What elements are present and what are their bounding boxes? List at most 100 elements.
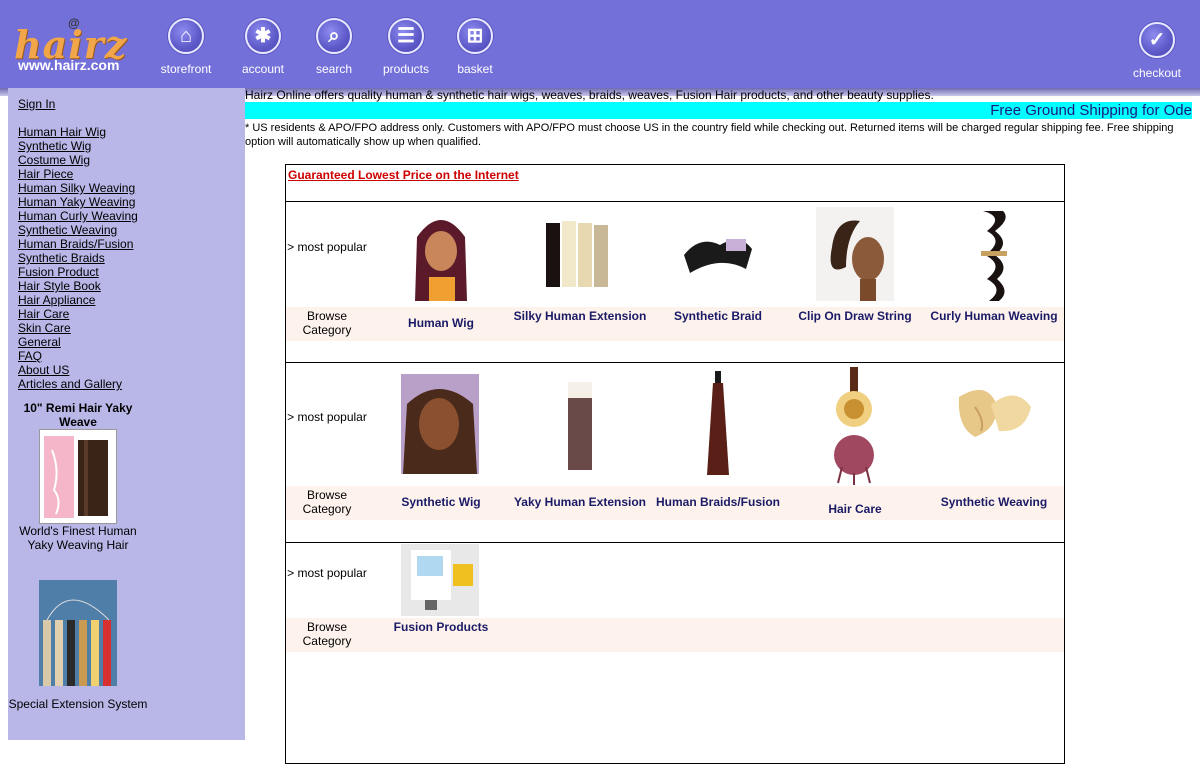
product-name[interactable]: Fusion Products <box>372 620 510 634</box>
sidebar-category-link[interactable]: FAQ <box>18 349 42 363</box>
sidebar-category-item: General <box>18 335 138 349</box>
yaky-extension-image <box>564 380 596 472</box>
sidebar-category-item: Costume Wig <box>18 153 138 167</box>
promo-remi-caption: World's Finest Human Yaky Weaving Hair <box>19 524 137 552</box>
sidebar-category-link[interactable]: Articles and Gallery <box>18 377 122 391</box>
logo-at-symbol: @ <box>68 16 80 30</box>
row-divider <box>286 362 1064 363</box>
sidebar-category-item: Human Hair Wig <box>18 125 138 139</box>
sidebar-category-item: Human Curly Weaving <box>18 209 138 223</box>
sidebar-category-item: Synthetic Braids <box>18 251 138 265</box>
row-divider <box>286 542 1064 543</box>
hair-care-image <box>832 367 878 485</box>
sidebar-category-item: Human Braids/Fusion <box>18 237 138 251</box>
product-synthetic-wig[interactable]: Synthetic Wig <box>372 367 510 519</box>
product-name[interactable]: Human Braids/Fusion <box>649 495 787 509</box>
sidebar-category-item: Hair Style Book <box>18 279 138 293</box>
sidebar-category-link[interactable]: Human Braids/Fusion <box>18 237 133 251</box>
fusion-products-image <box>401 544 479 616</box>
product-fusion-products[interactable]: Fusion Products <box>372 544 510 654</box>
sidebar-category-item: About US <box>18 363 138 377</box>
most-popular-label: > most popular <box>287 410 367 424</box>
nav-storefront-button[interactable]: ⌂ storefront <box>151 18 221 80</box>
checkmark-icon: ✓ <box>1139 22 1175 58</box>
sidebar-category-link[interactable]: Hair Piece <box>18 167 73 181</box>
nav-search-button[interactable]: ⌕ search <box>299 18 369 80</box>
sidebar-category-link[interactable]: General <box>18 335 61 349</box>
sidebar-category-item: Articles and Gallery <box>18 377 138 391</box>
promo-remi-yaky-image[interactable] <box>39 429 117 524</box>
lowest-price-link[interactable]: Guaranteed Lowest Price on the Internet <box>288 168 519 182</box>
sidebar-category-item: FAQ <box>18 349 138 363</box>
row-divider <box>286 201 1064 202</box>
product-name[interactable]: Curly Human Weaving <box>925 309 1063 323</box>
sidebar-category-item: Hair Appliance <box>18 293 138 307</box>
sign-in-link[interactable]: Sign In <box>18 97 55 111</box>
product-name[interactable]: Human Wig <box>372 316 510 330</box>
sidebar-category-link[interactable]: Fusion Product <box>18 265 99 279</box>
sidebar-category-link[interactable]: Costume Wig <box>18 153 90 167</box>
sidebar-category-link[interactable]: Skin Care <box>18 321 71 335</box>
product-yaky-human-extension[interactable]: Yaky Human Extension <box>511 367 649 519</box>
checkout-label: checkout <box>1132 66 1182 80</box>
browse-category-label: Browse Category <box>302 620 352 648</box>
sidebar-category-item: Synthetic Wig <box>18 139 138 153</box>
hairz-logo[interactable]: hairz @ www.hairz.com <box>12 16 152 80</box>
promo-remi-title[interactable]: 10" Remi Hair Yaky Weave <box>8 401 148 429</box>
product-silky-human-extension[interactable]: Silky Human Extension <box>511 205 649 343</box>
nav-storefront-label: storefront <box>160 62 212 76</box>
synthetic-wig-image <box>401 374 479 474</box>
sidebar-category-link[interactable]: Synthetic Wig <box>18 139 91 153</box>
sidebar-category-link[interactable]: About US <box>18 363 69 377</box>
most-popular-label: > most popular <box>287 566 367 580</box>
product-name[interactable]: Hair Care <box>786 502 924 516</box>
human-wig-image <box>407 207 475 301</box>
sidebar-category-link[interactable]: Human Curly Weaving <box>18 209 138 223</box>
sidebar-category-item: Hair Care <box>18 307 138 321</box>
sidebar-category-link[interactable]: Synthetic Weaving <box>18 223 117 237</box>
sidebar-category-link[interactable]: Synthetic Braids <box>18 251 105 265</box>
nav-products-button[interactable]: ☰ products <box>371 18 441 80</box>
product-human-braids-fusion[interactable]: Human Braids/Fusion <box>649 367 787 519</box>
nav-basket-button[interactable]: ⊞ basket <box>440 18 510 80</box>
category-list: Human Hair Wig Synthetic Wig Costume Wig Ha… <box>18 125 138 391</box>
sidebar-category-link[interactable]: Hair Appliance <box>18 293 95 307</box>
curly-weaving-image <box>975 207 1013 303</box>
nav-basket-label: basket <box>457 62 493 76</box>
product-name[interactable]: Yaky Human Extension <box>511 495 649 509</box>
checkout-button[interactable]: ✓ checkout <box>1122 22 1192 84</box>
product-hair-care[interactable]: Hair Care <box>786 367 924 519</box>
product-curly-human-weaving[interactable]: Curly Human Weaving <box>925 205 1063 343</box>
product-human-wig[interactable]: Human Wig <box>372 205 510 343</box>
product-clip-on-draw-string[interactable]: Clip On Draw String <box>786 205 924 343</box>
product-name[interactable]: Synthetic Wig <box>372 495 510 509</box>
nav-account-button[interactable]: ✱ account <box>228 18 298 80</box>
home-icon: ⌂ <box>168 18 204 54</box>
browse-category-label: Browse Category <box>302 488 352 516</box>
product-name[interactable]: Synthetic Braid <box>649 309 787 323</box>
logo-url: www.hairz.com <box>18 57 120 73</box>
sidebar-category-item: Fusion Product <box>18 265 138 279</box>
sidebar-category-link[interactable]: Human Yaky Weaving <box>18 195 135 209</box>
sidebar-category-item: Human Yaky Weaving <box>18 195 138 209</box>
magnifier-icon: ⌕ <box>316 18 352 54</box>
product-name[interactable]: Silky Human Extension <box>511 309 649 323</box>
nav-search-label: search <box>315 62 353 76</box>
asterisk-icon: ✱ <box>245 18 281 54</box>
sidebar-category-link[interactable]: Human Silky Weaving <box>18 181 135 195</box>
shipping-notice: * US residents & APO/FPO address only. C… <box>245 122 1174 148</box>
sidebar-category-link[interactable]: Hair Style Book <box>18 279 101 293</box>
product-category-table: Guaranteed Lowest Price on the Internet … <box>285 164 1065 764</box>
sidebar-category-link[interactable]: Hair Care <box>18 307 69 321</box>
sidebar-category-link[interactable]: Human Hair Wig <box>18 125 106 139</box>
product-synthetic-weaving[interactable]: Synthetic Weaving <box>925 367 1063 519</box>
product-synthetic-braid[interactable]: Synthetic Braid <box>649 205 787 343</box>
product-name[interactable]: Clip On Draw String <box>786 309 924 323</box>
sidebar-category-item: Skin Care <box>18 321 138 335</box>
promo-extension-system-image[interactable] <box>39 580 117 686</box>
product-name[interactable]: Synthetic Weaving <box>925 495 1063 509</box>
document-icon: ☰ <box>388 18 424 54</box>
clip-on-image <box>816 207 894 301</box>
nav-products-label: products <box>382 62 430 76</box>
synthetic-braid-image <box>680 225 756 279</box>
